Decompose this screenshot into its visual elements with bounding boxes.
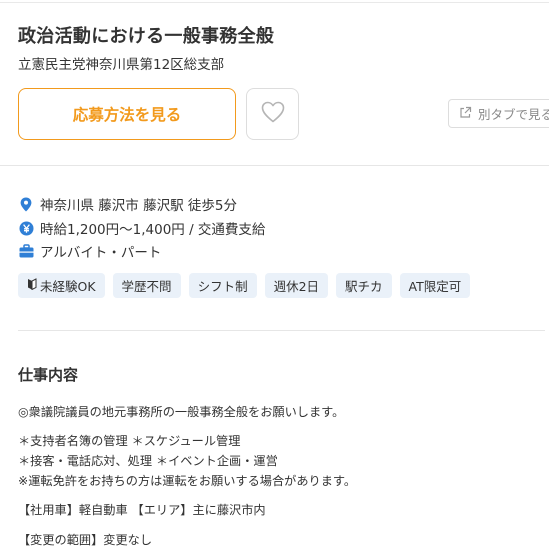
section-divider — [18, 330, 545, 331]
open-new-tab-button[interactable]: 別タブで見る — [448, 99, 549, 128]
description-line: ＊接客・電話応対、処理 ＊イベント企画・運営 — [18, 454, 278, 468]
job-description-heading: 仕事内容 — [18, 366, 79, 384]
description-line: 【変更の範囲】変更なし — [18, 533, 153, 547]
tag-item: 駅チカ — [336, 273, 392, 298]
tag-label: 未経験OK — [40, 279, 96, 294]
description-line: ※運転免許をお持ちの方は運転をお願いする場合があります。 — [18, 474, 357, 488]
job-title: 政治活動における一般事務全般 — [18, 26, 275, 47]
tag-item: 未経験OK — [18, 273, 105, 298]
briefcase-icon — [18, 243, 34, 259]
top-border — [0, 2, 549, 3]
tag-item: 週休2日 — [264, 273, 329, 298]
heart-icon — [261, 101, 285, 127]
description-line: ◎衆議院議員の地元事務所の一般事務全般をお願いします。 — [18, 405, 345, 419]
location-text: 神奈川県 藤沢市 藤沢駅 徒歩5分 — [40, 198, 237, 214]
favorite-button[interactable] — [246, 88, 299, 140]
yen-coin-icon — [18, 220, 34, 236]
company-name: 立憲民主党神奈川県第12区総支部 — [18, 57, 225, 73]
tag-item: シフト制 — [188, 273, 257, 298]
tag-item: 学歴不問 — [112, 273, 181, 298]
apply-method-label: 応募方法を見る — [72, 106, 182, 124]
location-row: 神奈川県 藤沢市 藤沢駅 徒歩5分 — [18, 194, 237, 214]
map-pin-icon — [18, 196, 34, 212]
employment-row: アルバイト・パート — [18, 241, 161, 261]
salary-text: 時給1,200円〜1,400円 / 交通費支給 — [40, 222, 266, 238]
tag-item: AT限定可 — [399, 273, 471, 298]
salary-row: 時給1,200円〜1,400円 / 交通費支給 — [18, 218, 265, 238]
description-line: 【社用車】軽自動車 【エリア】主に藤沢市内 — [18, 503, 266, 517]
beginner-mark-icon — [27, 278, 37, 293]
section-divider — [0, 165, 549, 166]
open-new-tab-label: 別タブで見る — [478, 107, 549, 122]
description-line: ＊支持者名簿の管理 ＊スケジュール管理 — [18, 434, 241, 448]
employment-text: アルバイト・パート — [40, 245, 162, 261]
apply-method-button[interactable]: 応募方法を見る — [18, 88, 236, 140]
feature-tags: 未経験OK 学歴不問 シフト制 週休2日 駅チカ AT限定可 — [18, 273, 471, 298]
external-link-icon — [459, 106, 472, 122]
